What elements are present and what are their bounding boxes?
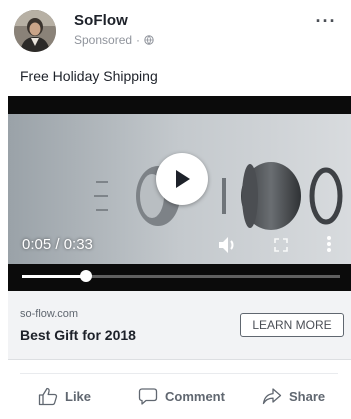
post-text: Free Holiday Shipping bbox=[20, 68, 158, 84]
speech-bubble-icon bbox=[138, 388, 158, 405]
video-player[interactable]: 0:05 / 0:33 bbox=[8, 96, 351, 291]
thumbs-up-icon bbox=[38, 387, 58, 406]
link-domain: so-flow.com bbox=[20, 308, 79, 320]
meta-separator: · bbox=[136, 33, 141, 47]
like-label: Like bbox=[65, 389, 92, 404]
comment-button[interactable]: Comment bbox=[138, 387, 225, 406]
video-progress-fill bbox=[22, 275, 86, 278]
divider bbox=[20, 373, 338, 374]
vertical-dots-icon[interactable] bbox=[326, 235, 332, 253]
like-button[interactable]: Like bbox=[38, 387, 91, 406]
avatar-portrait-icon bbox=[14, 10, 56, 52]
link-title[interactable]: Best Gift for 2018 bbox=[20, 327, 136, 343]
video-time: 0:05 / 0:33 bbox=[22, 236, 93, 253]
more-options-button[interactable]: ··· bbox=[315, 12, 337, 32]
comment-label: Comment bbox=[165, 389, 225, 404]
share-label: Share bbox=[289, 389, 326, 404]
sponsored-label[interactable]: Sponsored bbox=[74, 33, 132, 47]
play-button[interactable] bbox=[156, 153, 208, 205]
post-actions: Like Comment Share bbox=[0, 387, 351, 413]
play-icon bbox=[176, 170, 190, 188]
post-header: SoFlow Sponsored · ··· bbox=[0, 0, 351, 60]
share-arrow-icon bbox=[262, 388, 282, 405]
video-scrubber-handle[interactable] bbox=[79, 270, 92, 282]
link-card[interactable]: so-flow.com Best Gift for 2018 LEARN MOR… bbox=[8, 291, 351, 360]
fullscreen-icon[interactable] bbox=[274, 238, 288, 252]
share-button[interactable]: Share bbox=[262, 387, 325, 406]
page-name[interactable]: SoFlow bbox=[74, 12, 128, 29]
video-progress-bar[interactable] bbox=[22, 270, 340, 282]
page-avatar[interactable] bbox=[14, 10, 56, 52]
post-meta: Sponsored · bbox=[74, 33, 154, 47]
volume-icon[interactable] bbox=[218, 236, 238, 254]
globe-icon bbox=[144, 35, 154, 45]
learn-more-button[interactable]: LEARN MORE bbox=[240, 313, 344, 337]
sponsored-post: SoFlow Sponsored · ··· Free Holiday Ship… bbox=[0, 0, 351, 419]
